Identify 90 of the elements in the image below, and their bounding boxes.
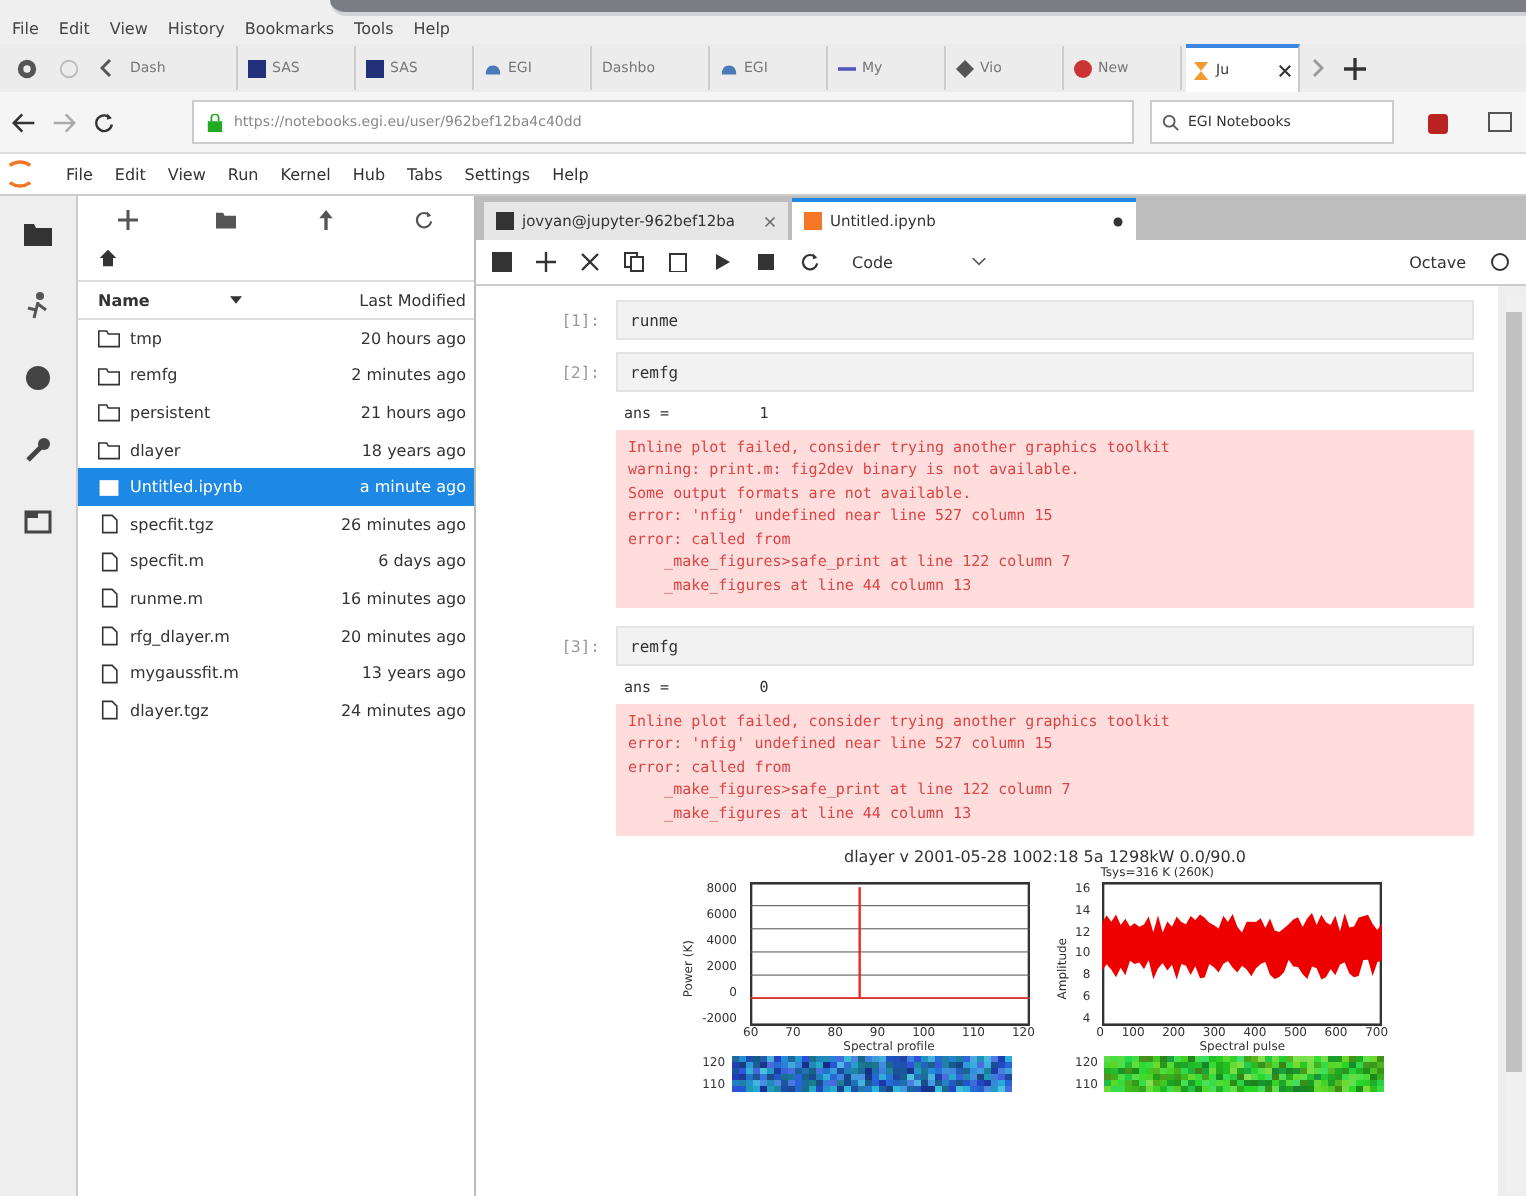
file-row[interactable]: dlayer.tgz 24 minutes ago — [78, 691, 474, 730]
file-row[interactable]: Untitled.ipynb a minute ago — [78, 468, 474, 506]
menu-item[interactable]: Tabs — [407, 165, 443, 183]
file-icon — [98, 514, 120, 535]
dome-icon — [484, 59, 502, 77]
extension-icon[interactable] — [1426, 108, 1454, 136]
menu-item[interactable]: View — [167, 165, 206, 183]
palette-icon[interactable] — [24, 364, 52, 392]
restart-icon[interactable] — [800, 252, 820, 272]
gear-icon[interactable] — [16, 57, 38, 79]
padlock-icon — [206, 113, 224, 131]
code-input[interactable]: remfg — [616, 626, 1474, 666]
file-row[interactable]: remfg 2 minutes ago — [78, 357, 474, 395]
file-icon — [98, 663, 120, 684]
file-row[interactable]: mygaussfit.m 13 years ago — [78, 654, 474, 692]
run-icon[interactable] — [712, 252, 732, 272]
hourglass-icon — [1192, 61, 1210, 79]
menu-item[interactable]: File — [66, 165, 93, 183]
menu-item[interactable]: View — [109, 20, 148, 38]
wrench-icon[interactable] — [24, 436, 52, 464]
plus-icon[interactable] — [1344, 57, 1366, 79]
dome-icon — [720, 59, 738, 77]
figure-title: dlayer v 2001-05-28 1002:18 5a 1298kW 0.0/90.0 — [844, 848, 1246, 866]
jupyter-logo-icon — [8, 158, 32, 190]
menu-item[interactable]: Help — [552, 165, 589, 183]
sort-caret-icon — [229, 296, 242, 304]
copy-icon[interactable] — [624, 252, 644, 272]
tabs-icon[interactable] — [24, 508, 52, 536]
close-icon[interactable] — [1278, 63, 1292, 77]
folder-icon — [98, 440, 120, 461]
file-row[interactable]: rfg_dlayer.m 20 minutes ago — [78, 617, 474, 655]
stop-icon[interactable] — [756, 252, 776, 272]
circle-icon — [1074, 59, 1092, 77]
menu-item[interactable]: History — [167, 20, 225, 38]
code-input[interactable]: runme — [616, 300, 1474, 340]
square-icon — [366, 59, 384, 77]
menu-item[interactable]: File — [12, 20, 39, 38]
plus-icon[interactable] — [536, 252, 556, 272]
menu-item[interactable]: Edit — [58, 20, 90, 38]
terminal-icon — [496, 212, 514, 230]
folder-icon[interactable] — [24, 220, 52, 248]
paste-icon[interactable] — [668, 252, 688, 272]
new-folder-icon[interactable] — [216, 210, 237, 230]
file-icon — [98, 700, 120, 721]
chevron-down-icon — [972, 258, 987, 266]
chevron-left-icon[interactable] — [100, 58, 112, 78]
plus-icon[interactable] — [117, 210, 138, 230]
file-icon — [98, 626, 120, 647]
running-icon[interactable] — [24, 292, 52, 320]
file-icon — [98, 588, 120, 609]
file-row[interactable]: runme.m 16 minutes ago — [78, 580, 474, 618]
file-row[interactable]: specfit.m 6 days ago — [78, 543, 474, 581]
cut-icon[interactable] — [580, 252, 600, 272]
cell-type-dropdown[interactable]: Code — [844, 253, 995, 271]
menu-item[interactable]: Run — [227, 165, 259, 183]
reload-icon[interactable] — [92, 111, 116, 133]
back-arrow-icon[interactable] — [12, 111, 36, 133]
diamond-icon — [956, 59, 974, 77]
folder-icon — [98, 402, 120, 423]
square-icon — [248, 59, 266, 77]
menu-item[interactable]: Edit — [114, 165, 146, 183]
refresh-icon[interactable] — [414, 210, 435, 230]
file-row[interactable]: dlayer 18 years ago — [78, 431, 474, 469]
column-header[interactable]: Last Modified — [359, 291, 466, 309]
cell-prompt: [2]: — [559, 363, 602, 381]
folder-icon — [98, 328, 120, 349]
home-icon[interactable] — [98, 248, 118, 268]
menu-item[interactable]: Settings — [464, 165, 531, 183]
notebook-icon — [804, 212, 822, 230]
kernel-status-icon — [1490, 252, 1510, 272]
file-icon — [98, 551, 120, 572]
cell-prompt: [3]: — [559, 637, 602, 655]
unsaved-dot-icon[interactable] — [1112, 215, 1124, 227]
file-row[interactable]: persistent 21 hours ago — [78, 394, 474, 432]
file-row[interactable]: tmp 20 hours ago — [78, 320, 474, 358]
folder-icon — [98, 365, 120, 386]
menu-item[interactable]: Bookmarks — [244, 20, 335, 38]
column-header[interactable]: Name — [98, 291, 150, 309]
menu-item[interactable]: Tools — [354, 20, 394, 38]
file-row[interactable]: specfit.tgz 26 minutes ago — [78, 505, 474, 544]
menu-item[interactable]: Help — [413, 20, 451, 38]
code-input[interactable]: remfg — [616, 352, 1474, 392]
cell-prompt: [1]: — [559, 311, 602, 329]
search-icon — [1162, 113, 1180, 131]
sidebar-icon[interactable] — [1486, 108, 1514, 136]
kernel-name: Octave — [1409, 253, 1466, 271]
upload-icon[interactable] — [315, 210, 336, 230]
notebook-icon — [98, 477, 120, 498]
menu-item[interactable]: Hub — [352, 165, 386, 183]
menu-item[interactable]: Kernel — [280, 165, 331, 183]
